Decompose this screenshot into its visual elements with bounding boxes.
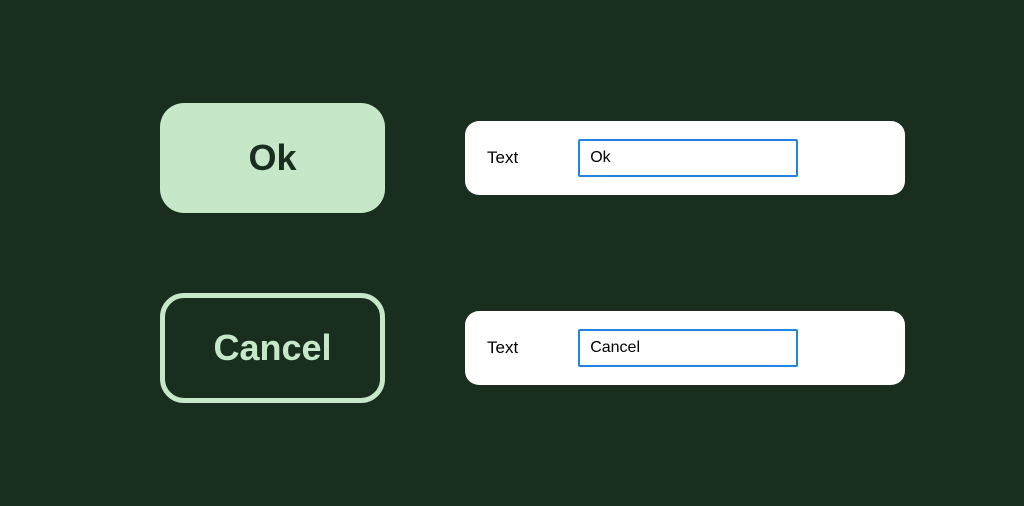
property-panel-ok: Text	[465, 121, 905, 195]
cancel-button-label: Cancel	[213, 327, 331, 369]
text-property-label: Text	[487, 148, 518, 168]
ok-button-label: Ok	[248, 137, 296, 179]
text-property-input-ok[interactable]	[578, 139, 798, 177]
button-row-cancel: Cancel Text	[160, 293, 944, 403]
ok-button[interactable]: Ok	[160, 103, 385, 213]
cancel-button[interactable]: Cancel	[160, 293, 385, 403]
button-row-ok: Ok Text	[160, 103, 944, 213]
text-property-input-cancel[interactable]	[578, 329, 798, 367]
property-panel-cancel: Text	[465, 311, 905, 385]
text-property-label: Text	[487, 338, 518, 358]
